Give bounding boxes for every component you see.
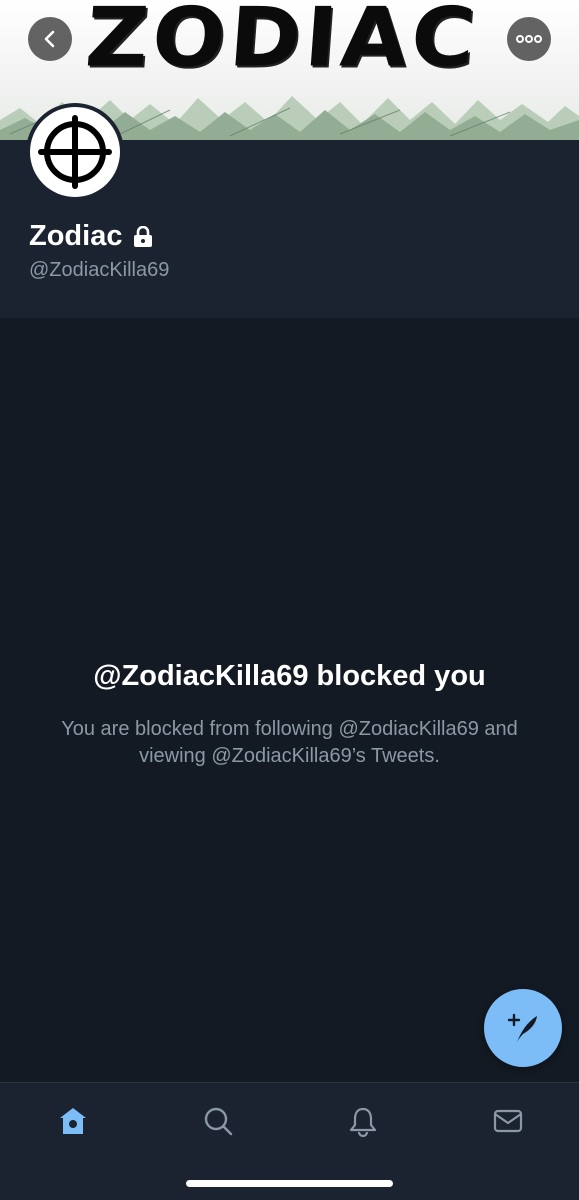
back-button[interactable]	[28, 17, 72, 61]
banner-title: ZODIAC	[82, 0, 483, 86]
tab-search[interactable]	[196, 1099, 240, 1143]
name-row: Zodiac	[29, 220, 154, 253]
more-options-button[interactable]	[507, 17, 551, 61]
home-indicator[interactable]	[186, 1180, 393, 1187]
display-name: Zodiac	[29, 220, 123, 252]
home-icon	[60, 1108, 86, 1134]
blocked-description: You are blocked from following @ZodiacKi…	[61, 718, 518, 767]
blocked-title: @ZodiacKilla69 blocked you	[93, 660, 486, 692]
more-icon	[516, 35, 542, 43]
bell-icon	[349, 1107, 377, 1137]
mail-icon	[493, 1109, 523, 1133]
tab-notifications[interactable]	[341, 1099, 385, 1143]
profile-handle: @ZodiacKilla69	[29, 259, 170, 281]
tab-messages[interactable]	[486, 1099, 530, 1143]
lock-icon	[134, 225, 153, 247]
avatar[interactable]	[26, 103, 124, 201]
chevron-left-icon	[44, 30, 55, 48]
compose-tweet-icon	[507, 1013, 537, 1042]
search-icon	[204, 1107, 233, 1136]
zodiac-crosshair-logo	[38, 115, 112, 189]
compose-tweet-button[interactable]	[484, 989, 562, 1067]
tab-home[interactable]	[51, 1099, 95, 1143]
